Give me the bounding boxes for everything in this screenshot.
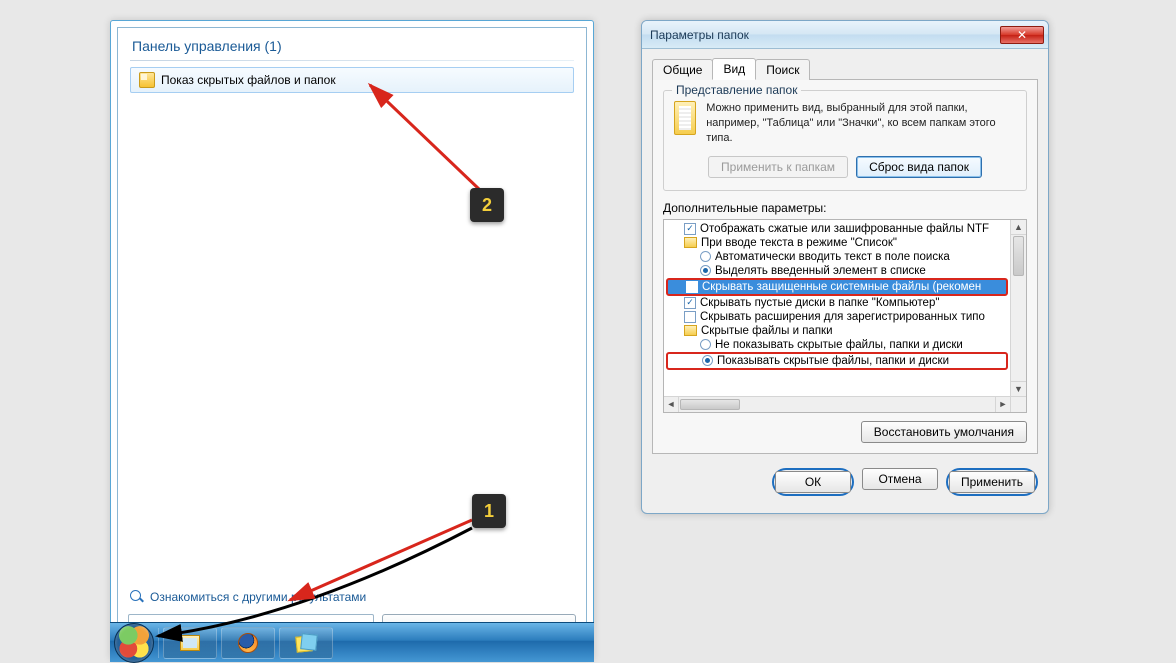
checkbox-icon[interactable]: [684, 297, 696, 309]
adv-setting-label: Отображать сжатые или зашифрованные файл…: [700, 223, 989, 235]
see-more-results-link[interactable]: Ознакомиться с другими результатами: [130, 590, 366, 604]
search-icon: [130, 590, 144, 604]
adv-setting-label: Скрывать расширения для зарегистрированн…: [700, 311, 985, 323]
tab-general[interactable]: Общие: [652, 59, 713, 80]
ok-button[interactable]: ОК: [775, 471, 851, 493]
adv-setting-label: Скрытые файлы и папки: [701, 325, 833, 337]
folder-icon: [684, 237, 697, 248]
scroll-down-icon[interactable]: ▼: [1011, 381, 1026, 396]
folder-view-icon: [674, 101, 696, 135]
adv-setting-label: Скрывать пустые диски в папке "Компьютер…: [700, 297, 939, 309]
divider: [130, 60, 574, 61]
adv-setting-row[interactable]: Показывать скрытые файлы, папки и диски: [666, 352, 1008, 370]
advanced-settings-label: Дополнительные параметры:: [663, 201, 1027, 215]
adv-setting-label: Показывать скрытые файлы, папки и диски: [717, 355, 949, 367]
cancel-button[interactable]: Отмена: [862, 468, 938, 490]
taskbar-stickynotes-button[interactable]: [279, 627, 333, 659]
taskbar-firefox-button[interactable]: [221, 627, 275, 659]
restore-defaults-button[interactable]: Восстановить умолчания: [861, 421, 1027, 443]
checkbox-icon[interactable]: [684, 223, 696, 235]
sticky-notes-icon: [296, 634, 316, 652]
adv-setting-row[interactable]: Автоматически вводить текст в поле поиск…: [666, 250, 1008, 264]
taskbar: [110, 622, 594, 662]
adv-setting-row[interactable]: Отображать сжатые или зашифрованные файл…: [666, 222, 1008, 236]
close-button[interactable]: ✕: [1000, 26, 1044, 44]
adv-setting-row[interactable]: При вводе текста в режиме "Список": [666, 236, 1008, 250]
start-button[interactable]: [114, 623, 154, 663]
radio-icon[interactable]: [702, 355, 713, 366]
apply-button[interactable]: Применить: [949, 471, 1035, 493]
dialog-titlebar: Параметры папок ✕: [642, 21, 1048, 49]
scroll-left-icon[interactable]: ◄: [664, 397, 679, 412]
annotation-ring-ok: ОК: [772, 468, 854, 496]
taskbar-separator: [158, 628, 159, 658]
adv-setting-row[interactable]: Скрывать пустые диски в папке "Компьютер…: [666, 296, 1008, 310]
scroll-right-icon[interactable]: ►: [995, 397, 1010, 412]
folder-icon: [684, 325, 697, 336]
adv-setting-row[interactable]: Скрывать защищенные системные файлы (рек…: [666, 278, 1008, 296]
vertical-scrollbar[interactable]: ▲ ▼: [1010, 220, 1026, 396]
firefox-icon: [238, 633, 258, 653]
adv-setting-row[interactable]: Выделять введенный элемент в списке: [666, 264, 1008, 278]
folder-options-dialog: Параметры папок ✕ Общие Вид Поиск Предст…: [641, 20, 1049, 514]
see-more-results-label: Ознакомиться с другими результатами: [150, 590, 366, 604]
explorer-icon: [180, 635, 200, 651]
horizontal-scrollbar[interactable]: ◄ ►: [664, 396, 1010, 412]
annotation-ring-apply: Применить: [946, 468, 1038, 496]
checkbox-icon[interactable]: [684, 311, 696, 323]
tab-search[interactable]: Поиск: [755, 59, 810, 80]
search-result-label: Показ скрытых файлов и папок: [161, 73, 336, 87]
tab-strip: Общие Вид Поиск: [652, 57, 1038, 80]
apply-to-folders-button: Применить к папкам: [708, 156, 848, 178]
radio-icon[interactable]: [700, 251, 711, 262]
folder-view-text: Можно применить вид, выбранный для этой …: [706, 101, 1016, 146]
adv-setting-label: Автоматически вводить текст в поле поиск…: [715, 251, 950, 263]
dialog-title: Параметры папок: [650, 28, 749, 42]
reset-folder-view-button[interactable]: Сброс вида папок: [856, 156, 982, 178]
adv-setting-row[interactable]: Скрытые файлы и папки: [666, 324, 1008, 338]
adv-setting-row[interactable]: Не показывать скрытые файлы, папки и дис…: [666, 338, 1008, 352]
radio-icon[interactable]: [700, 265, 711, 276]
dialog-button-row: ОК Отмена Применить: [642, 464, 1048, 506]
tab-view[interactable]: Вид: [712, 58, 756, 80]
folder-view-group-title: Представление папок: [672, 83, 801, 97]
adv-setting-label: При вводе текста в режиме "Список": [701, 237, 897, 249]
adv-setting-label: Не показывать скрытые файлы, папки и дис…: [715, 339, 963, 351]
adv-setting-row[interactable]: Скрывать расширения для зарегистрированн…: [666, 310, 1008, 324]
scroll-up-icon[interactable]: ▲: [1011, 220, 1026, 235]
adv-setting-label: Выделять введенный элемент в списке: [715, 265, 926, 277]
folder-options-icon: [139, 72, 155, 88]
checkbox-icon[interactable]: [686, 281, 698, 293]
annotation-badge-2: 2: [470, 188, 504, 222]
start-menu-window: Панель управления (1) Показ скрытых файл…: [110, 20, 594, 660]
advanced-settings-list: Отображать сжатые или зашифрованные файл…: [663, 219, 1027, 413]
annotation-badge-1: 1: [472, 494, 506, 528]
control-panel-heading: Панель управления (1): [118, 28, 586, 58]
scrollbar-corner: [1010, 396, 1026, 412]
vertical-scroll-thumb[interactable]: [1013, 236, 1024, 276]
horizontal-scroll-thumb[interactable]: [680, 399, 740, 410]
search-result-show-hidden-files[interactable]: Показ скрытых файлов и папок: [130, 67, 574, 93]
tab-panel-view: Представление папок Можно применить вид,…: [652, 80, 1038, 454]
adv-setting-label: Скрывать защищенные системные файлы (рек…: [702, 281, 981, 293]
radio-icon[interactable]: [700, 339, 711, 350]
taskbar-explorer-button[interactable]: [163, 627, 217, 659]
folder-view-group: Представление папок Можно применить вид,…: [663, 90, 1027, 191]
